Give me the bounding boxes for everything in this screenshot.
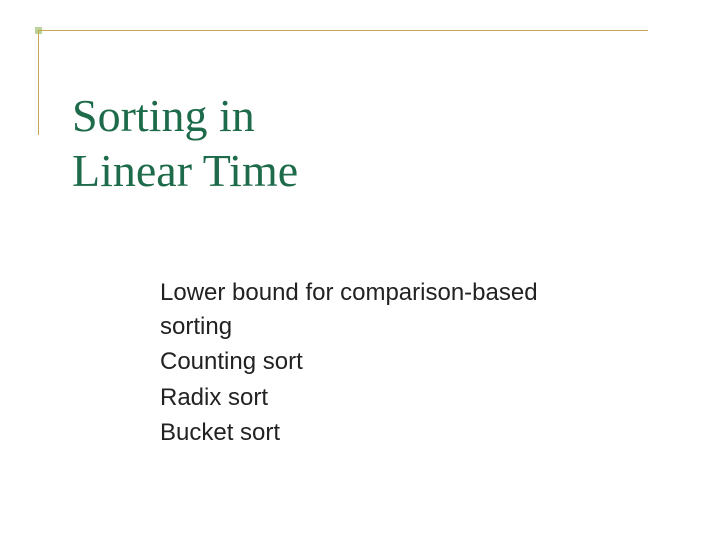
- subtitle-list: Lower bound for comparison-based sorting…: [160, 276, 610, 452]
- title-line-2: Linear Time: [72, 143, 298, 198]
- subtitle-item: Counting sort: [160, 345, 610, 379]
- slide-title: Sorting in Linear Time: [72, 88, 298, 198]
- subtitle-item: Radix sort: [160, 381, 610, 415]
- subtitle-item: Lower bound for comparison-based sorting: [160, 276, 610, 343]
- subtitle-item: Bucket sort: [160, 416, 610, 450]
- title-line-1: Sorting in: [72, 88, 298, 143]
